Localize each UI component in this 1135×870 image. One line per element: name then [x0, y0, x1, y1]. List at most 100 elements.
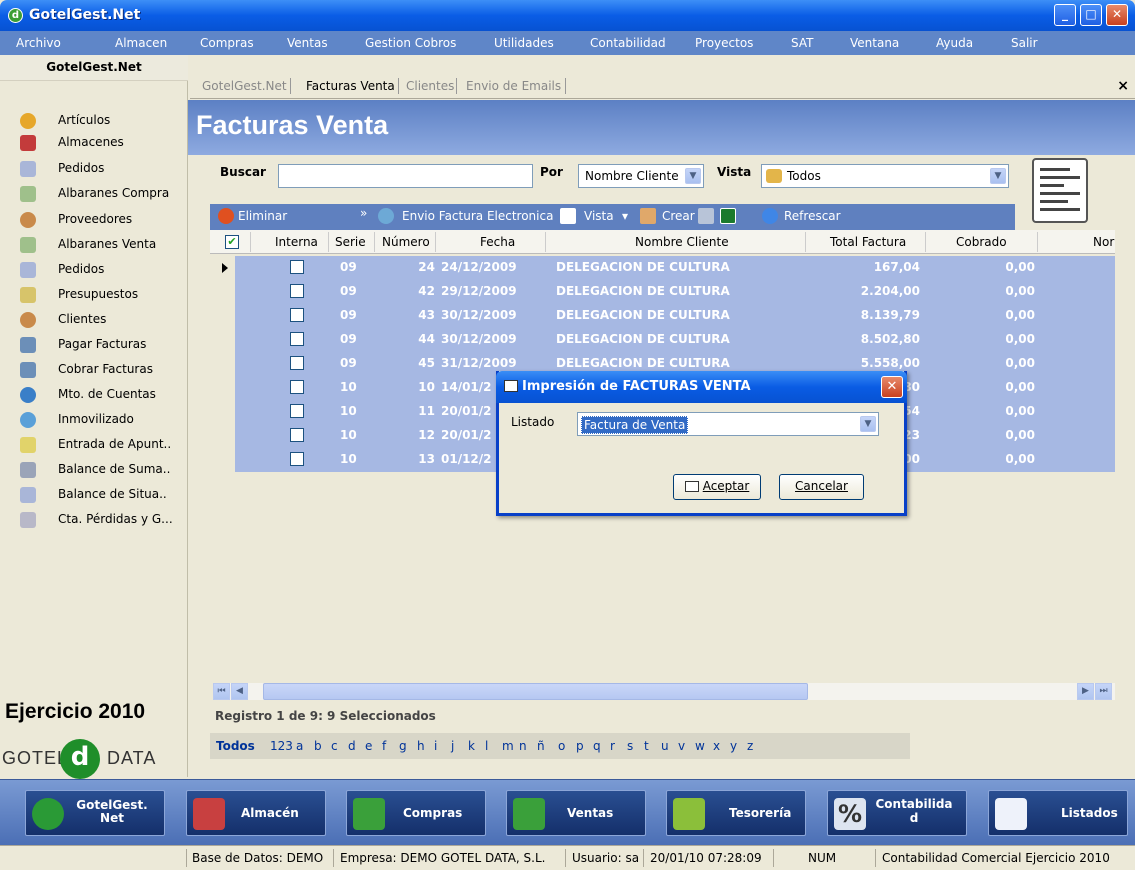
alpha-filter-letter[interactable]: s — [627, 739, 633, 753]
alpha-filter-letter[interactable]: k — [468, 739, 475, 753]
alpha-filter-letter[interactable]: e — [365, 739, 372, 753]
interna-checkbox[interactable] — [290, 356, 304, 370]
interna-checkbox[interactable] — [290, 428, 304, 442]
chevron-down-icon[interactable]: ▼ — [990, 168, 1006, 184]
interna-checkbox[interactable] — [290, 284, 304, 298]
menu-ventana[interactable]: Ventana — [850, 36, 899, 50]
interna-checkbox[interactable] — [290, 308, 304, 322]
chevron-down-icon[interactable]: ▾ — [622, 209, 628, 223]
menu-ventas[interactable]: Ventas — [287, 36, 328, 50]
search-input[interactable] — [278, 164, 533, 188]
alpha-filter-letter[interactable]: m — [502, 739, 514, 753]
header-cobrado[interactable]: Cobrado — [956, 235, 1007, 249]
alpha-filter-letter[interactable]: r — [610, 739, 615, 753]
maximize-button[interactable]: □ — [1080, 4, 1102, 26]
almacen-module-button[interactable]: Almacén — [186, 790, 326, 836]
dialog-titlebar[interactable]: Impresión de FACTURAS VENTA ✕ — [496, 371, 907, 403]
cancelar-button[interactable]: Cancelar — [779, 474, 864, 500]
alpha-filter-letter[interactable]: c — [331, 739, 338, 753]
alpha-filter-letter[interactable]: z — [747, 739, 753, 753]
print-icon[interactable] — [698, 208, 714, 224]
alpha-filter-letter[interactable]: f — [382, 739, 386, 753]
menu-almacen[interactable]: Almacen — [115, 36, 167, 50]
alpha-filter-letter[interactable]: j — [451, 739, 454, 753]
alpha-filter-letter[interactable]: t — [644, 739, 649, 753]
column-layout-icon[interactable] — [1032, 158, 1088, 223]
delete-icon[interactable] — [218, 208, 234, 224]
menu-contabilidad[interactable]: Contabilidad — [590, 36, 666, 50]
header-serie[interactable]: Serie — [335, 235, 366, 249]
alpha-filter-letter[interactable]: ñ — [537, 739, 545, 753]
alpha-filter-letter[interactable]: h — [417, 739, 425, 753]
menu-gestion-cobros[interactable]: Gestion Cobros — [365, 36, 456, 50]
alpha-filter-letter[interactable]: l — [485, 739, 488, 753]
table-row[interactable]: 09 24 24/12/2009 DELEGACION DE CULTURA 1… — [210, 256, 1115, 280]
scroll-left-icon[interactable]: ◀ — [231, 683, 248, 700]
interna-checkbox[interactable] — [290, 332, 304, 346]
header-nombre[interactable]: Nor — [1093, 235, 1114, 249]
listados-module-button[interactable]: Listados — [988, 790, 1128, 836]
tab-facturas-venta[interactable]: Facturas Venta — [306, 79, 395, 93]
table-row[interactable]: 09 42 29/12/2009 DELEGACION DE CULTURA 2… — [210, 280, 1115, 304]
scroll-right-icon[interactable]: ▶ — [1077, 683, 1094, 700]
interna-checkbox[interactable] — [290, 452, 304, 466]
header-nombre-cliente[interactable]: Nombre Cliente — [635, 235, 729, 249]
menu-compras[interactable]: Compras — [200, 36, 254, 50]
close-window-button[interactable]: ✕ — [1106, 4, 1128, 26]
crear-button[interactable]: Crear — [662, 209, 695, 223]
close-tab-icon[interactable]: × — [1117, 78, 1129, 94]
chevron-double-icon[interactable]: » — [360, 206, 367, 220]
scroll-first-icon[interactable]: ⏮ — [213, 683, 230, 700]
chevron-down-icon[interactable]: ▼ — [685, 168, 701, 184]
menu-archivo[interactable]: Archivo — [16, 36, 61, 50]
minimize-button[interactable]: _ — [1054, 4, 1076, 26]
alpha-filter-letter[interactable]: w — [695, 739, 705, 753]
scroll-thumb[interactable] — [263, 683, 808, 700]
por-select[interactable]: Nombre Cliente ▼ — [578, 164, 704, 188]
alpha-filter-todos[interactable]: Todos — [216, 739, 255, 753]
vista-button[interactable]: Vista — [584, 209, 614, 223]
alpha-filter-letter[interactable]: d — [348, 739, 356, 753]
tesoreria-module-button[interactable]: Tesorería — [666, 790, 806, 836]
alpha-filter-letter[interactable]: x — [713, 739, 720, 753]
menu-proyectos[interactable]: Proyectos — [695, 36, 753, 50]
interna-checkbox[interactable] — [290, 260, 304, 274]
gotelgest-module-button[interactable]: GotelGest. Net — [25, 790, 165, 836]
contabilidad-module-button[interactable]: % Contabilida d — [827, 790, 967, 836]
alpha-filter-letter[interactable]: b — [314, 739, 322, 753]
menu-ayuda[interactable]: Ayuda — [936, 36, 973, 50]
header-numero[interactable]: Número — [382, 235, 430, 249]
tab-clientes[interactable]: Clientes — [406, 79, 454, 93]
select-all-checkbox[interactable]: ✔ — [225, 235, 239, 249]
table-row[interactable]: 09 43 30/12/2009 DELEGACION DE CULTURA 8… — [210, 304, 1115, 328]
tab-envio-emails[interactable]: Envio de Emails — [466, 79, 561, 93]
alpha-filter-letter[interactable]: g — [399, 739, 407, 753]
alpha-filter-letter[interactable]: v — [678, 739, 685, 753]
menu-sat[interactable]: SAT — [791, 36, 813, 50]
dialog-close-button[interactable]: ✕ — [881, 376, 903, 398]
header-interna[interactable]: Interna — [275, 235, 318, 249]
aceptar-button[interactable]: Aceptar — [673, 474, 761, 500]
horizontal-scrollbar[interactable]: ⏮ ◀ ▶ ⏭ — [213, 683, 1115, 700]
eliminar-button[interactable]: Eliminar — [238, 209, 287, 223]
header-total-factura[interactable]: Total Factura — [830, 235, 906, 249]
vista-select[interactable]: Todos ▼ — [761, 164, 1009, 188]
excel-icon[interactable] — [720, 208, 736, 224]
scroll-last-icon[interactable]: ⏭ — [1095, 683, 1112, 700]
alpha-filter-letter[interactable]: q — [593, 739, 601, 753]
alpha-filter-letter[interactable]: a — [296, 739, 303, 753]
table-row[interactable]: 09 44 30/12/2009 DELEGACION DE CULTURA 8… — [210, 328, 1115, 352]
alpha-filter-letter[interactable]: y — [730, 739, 737, 753]
interna-checkbox[interactable] — [290, 380, 304, 394]
alpha-filter-letter[interactable]: n — [519, 739, 527, 753]
alpha-filter-letter[interactable]: i — [434, 739, 437, 753]
listado-select[interactable]: Factura de Venta ▼ — [577, 412, 879, 436]
menu-utilidades[interactable]: Utilidades — [494, 36, 554, 50]
interna-checkbox[interactable] — [290, 404, 304, 418]
chevron-down-icon[interactable]: ▼ — [860, 416, 876, 432]
envio-factura-button[interactable]: Envio Factura Electronica — [402, 209, 553, 223]
header-fecha[interactable]: Fecha — [480, 235, 515, 249]
alpha-filter-letter[interactable]: p — [576, 739, 584, 753]
alpha-filter-123[interactable]: 123 — [270, 739, 293, 753]
tab-gotelgest[interactable]: GotelGest.Net — [202, 79, 287, 93]
